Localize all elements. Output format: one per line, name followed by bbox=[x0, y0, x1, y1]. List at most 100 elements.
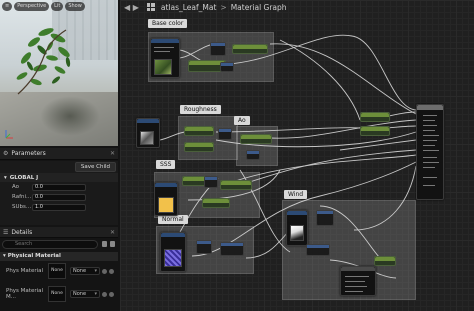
graph-breadcrumb: ◀ ▶ atlas_Leaf_Mat > Material Graph bbox=[124, 2, 287, 12]
parameter-node-specular[interactable] bbox=[360, 112, 390, 122]
wind-math-node[interactable] bbox=[316, 210, 334, 226]
flatten-normal-node[interactable] bbox=[196, 240, 212, 254]
output-pin-label bbox=[423, 130, 435, 131]
parameter-node-wind-speed[interactable] bbox=[374, 256, 396, 266]
material-graph-canvas[interactable]: Base color Roughness Ao SSS Normal Wind bbox=[120, 0, 474, 311]
details-section-header[interactable]: ▾ Physical Material bbox=[0, 252, 118, 261]
texture-sample-normal[interactable] bbox=[160, 232, 186, 272]
material-preview-viewport[interactable]: ≡ Perspective Lit Show bbox=[0, 0, 118, 146]
close-icon[interactable]: ✕ bbox=[110, 150, 115, 157]
parameter-node-roughness-max[interactable] bbox=[184, 142, 214, 152]
details-search-input[interactable]: Search bbox=[2, 240, 98, 249]
close-icon[interactable]: ✕ bbox=[110, 229, 115, 236]
node-header bbox=[203, 199, 229, 203]
output-pin-label bbox=[423, 140, 437, 141]
node-header bbox=[161, 233, 185, 237]
parameter-node-ao[interactable] bbox=[240, 134, 272, 144]
asset-thumbnail[interactable]: None bbox=[48, 286, 66, 302]
lock-icon[interactable] bbox=[102, 241, 107, 247]
nav-back-forward-icon[interactable]: ◀ ▶ bbox=[124, 3, 139, 12]
node-header bbox=[221, 243, 243, 246]
output-pin-label bbox=[423, 185, 435, 186]
parameter-node-sss-color[interactable] bbox=[220, 180, 252, 190]
output-pin-label bbox=[423, 157, 437, 158]
parameter-name: SUbs... bbox=[12, 204, 32, 210]
multiply-node[interactable] bbox=[204, 176, 218, 188]
parameter-value-field[interactable]: 0.0 bbox=[32, 193, 86, 201]
parameter-group[interactable]: ▾ GLOBAL J bbox=[0, 173, 118, 182]
asset-dropdown[interactable]: None bbox=[70, 267, 100, 275]
details-view-options bbox=[102, 241, 115, 247]
output-pin-label bbox=[423, 177, 437, 178]
texture-sample-sss[interactable] bbox=[154, 182, 178, 216]
node-header bbox=[211, 43, 225, 46]
node-header bbox=[417, 105, 443, 110]
settings-icon[interactable] bbox=[110, 241, 115, 247]
texture-sample-roughness[interactable] bbox=[136, 118, 160, 148]
parameter-value-field[interactable]: 1.0 bbox=[32, 203, 86, 211]
asset-thumbnail[interactable]: None bbox=[48, 263, 66, 279]
output-pin-label bbox=[423, 135, 439, 136]
parameters-list: ▾ GLOBAL J Ao 0.0 Rafni... 0.0 SUbs... 1… bbox=[0, 173, 118, 225]
details-icon: ☰ bbox=[3, 228, 9, 236]
foliage-shadow bbox=[40, 96, 100, 136]
parameter-row-ao: Ao 0.0 bbox=[0, 182, 118, 192]
save-child-button[interactable]: Save Child bbox=[74, 162, 116, 172]
node-header bbox=[341, 267, 375, 271]
asset-actions bbox=[102, 268, 114, 274]
use-selected-icon[interactable] bbox=[109, 291, 114, 297]
normal-strength-node[interactable] bbox=[220, 242, 244, 256]
detail-row-phys-material-mask: Phys Material M... None None bbox=[0, 286, 118, 302]
lerp-node[interactable] bbox=[220, 62, 234, 72]
node-pin-label bbox=[154, 47, 174, 48]
node-header bbox=[205, 177, 217, 180]
output-pin-label bbox=[423, 162, 439, 163]
browse-icon[interactable] bbox=[102, 291, 107, 297]
detail-row-phys-material: Phys Material None None bbox=[0, 263, 118, 279]
use-selected-icon[interactable] bbox=[109, 268, 114, 274]
breadcrumb-asset[interactable]: atlas_Leaf_Mat bbox=[161, 3, 217, 12]
node-header bbox=[287, 211, 307, 215]
parameter-name: Ao bbox=[12, 184, 20, 190]
texture-sample-base-color[interactable] bbox=[150, 38, 180, 78]
leaf-preview-mesh bbox=[16, 28, 71, 95]
node-header bbox=[361, 127, 389, 131]
texture-sample-wind[interactable] bbox=[286, 210, 308, 246]
details-title: Details bbox=[11, 228, 33, 236]
roughness-texture-thumbnail bbox=[140, 131, 154, 145]
perspective-button[interactable]: Perspective bbox=[14, 2, 50, 11]
node-header bbox=[155, 183, 177, 187]
output-pin-label bbox=[423, 145, 435, 146]
parameter-node-sss-opacity[interactable] bbox=[202, 198, 230, 208]
ao-math-node[interactable] bbox=[246, 150, 260, 160]
normal-texture-thumbnail bbox=[164, 249, 182, 267]
detail-label: Phys Material M... bbox=[6, 288, 44, 300]
detail-label: Phys Material bbox=[6, 268, 44, 274]
parameter-value-field[interactable]: 0.0 bbox=[32, 183, 86, 191]
browse-icon[interactable] bbox=[102, 268, 107, 274]
simple-grass-wind-node[interactable] bbox=[340, 266, 376, 296]
show-label: Show bbox=[68, 3, 82, 9]
lit-label: Lit bbox=[54, 3, 61, 9]
parameter-node-saturation[interactable] bbox=[232, 44, 268, 54]
node-pin-label bbox=[345, 286, 367, 287]
perspective-label: Perspective bbox=[17, 3, 47, 9]
viewport-menu-button[interactable]: ≡ bbox=[2, 2, 13, 11]
node-header bbox=[233, 45, 267, 49]
material-output-node[interactable] bbox=[416, 104, 444, 200]
show-button[interactable]: Show bbox=[65, 2, 85, 11]
lerp-node[interactable] bbox=[218, 128, 232, 140]
multiply-node[interactable] bbox=[210, 42, 226, 56]
parameters-tab[interactable]: ⚙ Parameters ✕ bbox=[0, 148, 118, 160]
node-header bbox=[221, 63, 233, 66]
parameter-node-roughness[interactable] bbox=[184, 126, 214, 136]
lit-button[interactable]: Lit bbox=[51, 2, 64, 11]
parameter-node-metallic[interactable] bbox=[360, 126, 390, 136]
asset-dropdown[interactable]: None bbox=[70, 290, 100, 298]
parameter-name: Rafni... bbox=[12, 194, 32, 200]
wind-time-node[interactable] bbox=[306, 244, 330, 256]
details-tab[interactable]: ☰ Details ✕ bbox=[0, 227, 118, 238]
node-header bbox=[221, 181, 251, 185]
parameter-row-rafni: Rafni... 0.0 bbox=[0, 192, 118, 202]
breadcrumb-graph[interactable]: Material Graph bbox=[231, 3, 287, 12]
